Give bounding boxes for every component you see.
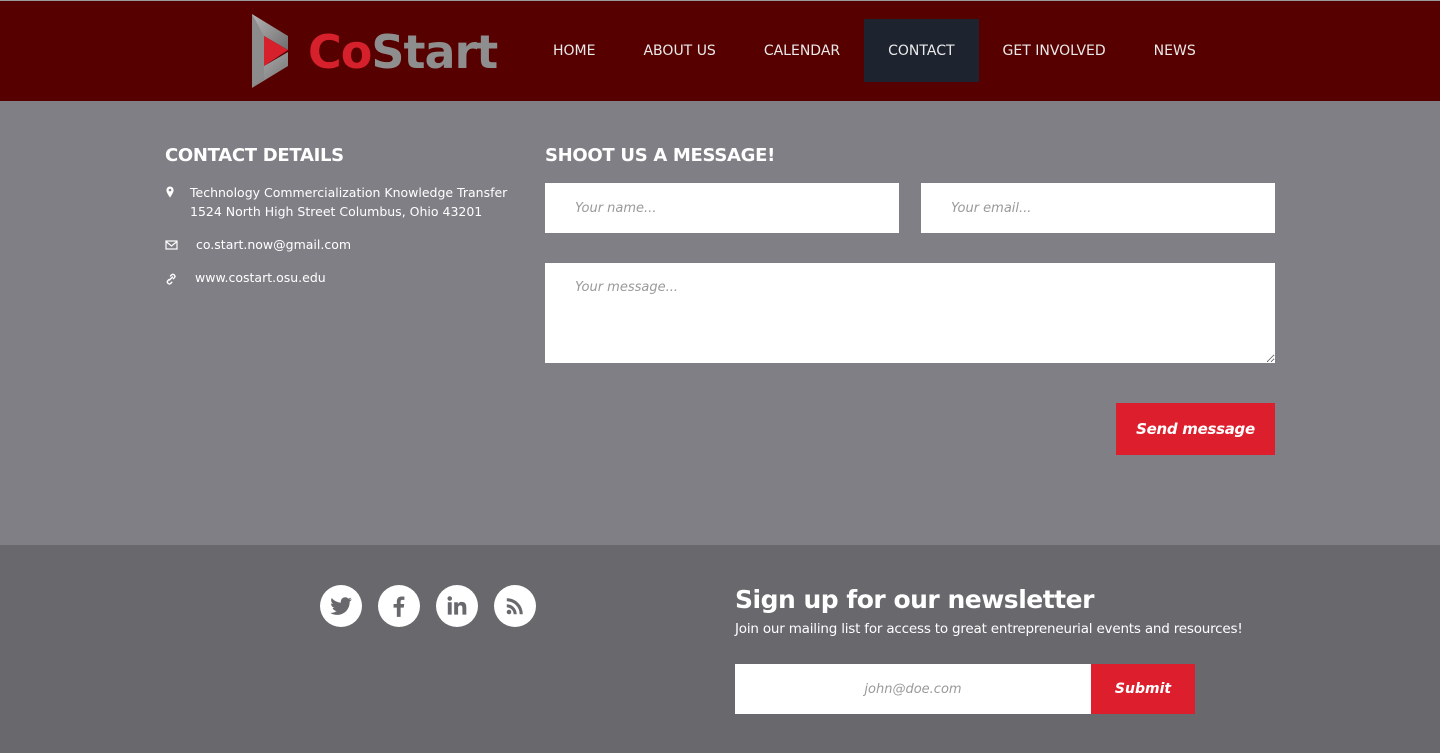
logo-wordmark-co: Co (308, 25, 372, 79)
nav-about-us[interactable]: ABOUT US (619, 19, 739, 82)
linkedin-icon (447, 596, 467, 615)
message-form: SHOOT US A MESSAGE! Send message (545, 144, 1275, 455)
facebook-icon (393, 596, 405, 617)
address-line-1: Technology Commercialization Knowledge T… (190, 185, 508, 200)
nav-get-involved[interactable]: GET INVOLVED (979, 19, 1130, 82)
website-link[interactable]: www.costart.osu.edu (195, 268, 326, 287)
rss-icon (506, 598, 523, 615)
contact-address: Technology Commercialization Knowledge T… (165, 183, 507, 221)
logo-wordmark: CoStart (308, 24, 498, 80)
newsletter-title: Sign up for our newsletter (735, 585, 1094, 614)
newsletter-email-input[interactable] (735, 664, 1091, 714)
email-input[interactable] (921, 183, 1275, 233)
contact-email: co.start.now@gmail.com (165, 235, 351, 254)
main-nav: HOME ABOUT US CALENDAR CONTACT GET INVOL… (529, 19, 1220, 82)
newsletter-signup: Sign up for our newsletter Join our mail… (735, 585, 1295, 714)
link-icon (166, 273, 176, 285)
logo-play-icon (252, 14, 288, 88)
site-header: CoStart HOME ABOUT US CALENDAR CONTACT G… (0, 0, 1440, 101)
linkedin-link[interactable] (436, 585, 478, 627)
contact-website: www.costart.osu.edu (165, 268, 326, 287)
envelope-icon (165, 240, 178, 250)
nav-news[interactable]: NEWS (1130, 19, 1220, 82)
nav-calendar[interactable]: CALENDAR (740, 19, 864, 82)
rss-link[interactable] (494, 585, 536, 627)
costart-logo[interactable]: CoStart (252, 14, 502, 90)
email-link[interactable]: co.start.now@gmail.com (196, 235, 351, 254)
logo-wordmark-start: Start (371, 25, 498, 79)
social-links (320, 585, 536, 627)
twitter-link[interactable] (320, 585, 362, 627)
nav-contact[interactable]: CONTACT (864, 19, 979, 82)
map-pin-icon (166, 186, 174, 198)
message-form-title: SHOOT US A MESSAGE! (545, 145, 776, 166)
contact-details: CONTACT DETAILS Technology Commercializa… (165, 144, 525, 285)
contact-details-title: CONTACT DETAILS (165, 145, 344, 166)
site-footer: Sign up for our newsletter Join our mail… (0, 545, 1440, 753)
newsletter-submit-button[interactable]: Submit (1091, 664, 1195, 714)
nav-home[interactable]: HOME (529, 19, 619, 82)
newsletter-subtitle: Join our mailing list for access to grea… (735, 621, 1243, 637)
twitter-icon (330, 597, 352, 615)
name-input[interactable] (545, 183, 899, 233)
send-message-button[interactable]: Send message (1116, 403, 1275, 455)
address-line-2: 1524 North High Street Columbus, Ohio 43… (190, 204, 483, 219)
facebook-link[interactable] (378, 585, 420, 627)
message-textarea[interactable] (545, 263, 1275, 363)
